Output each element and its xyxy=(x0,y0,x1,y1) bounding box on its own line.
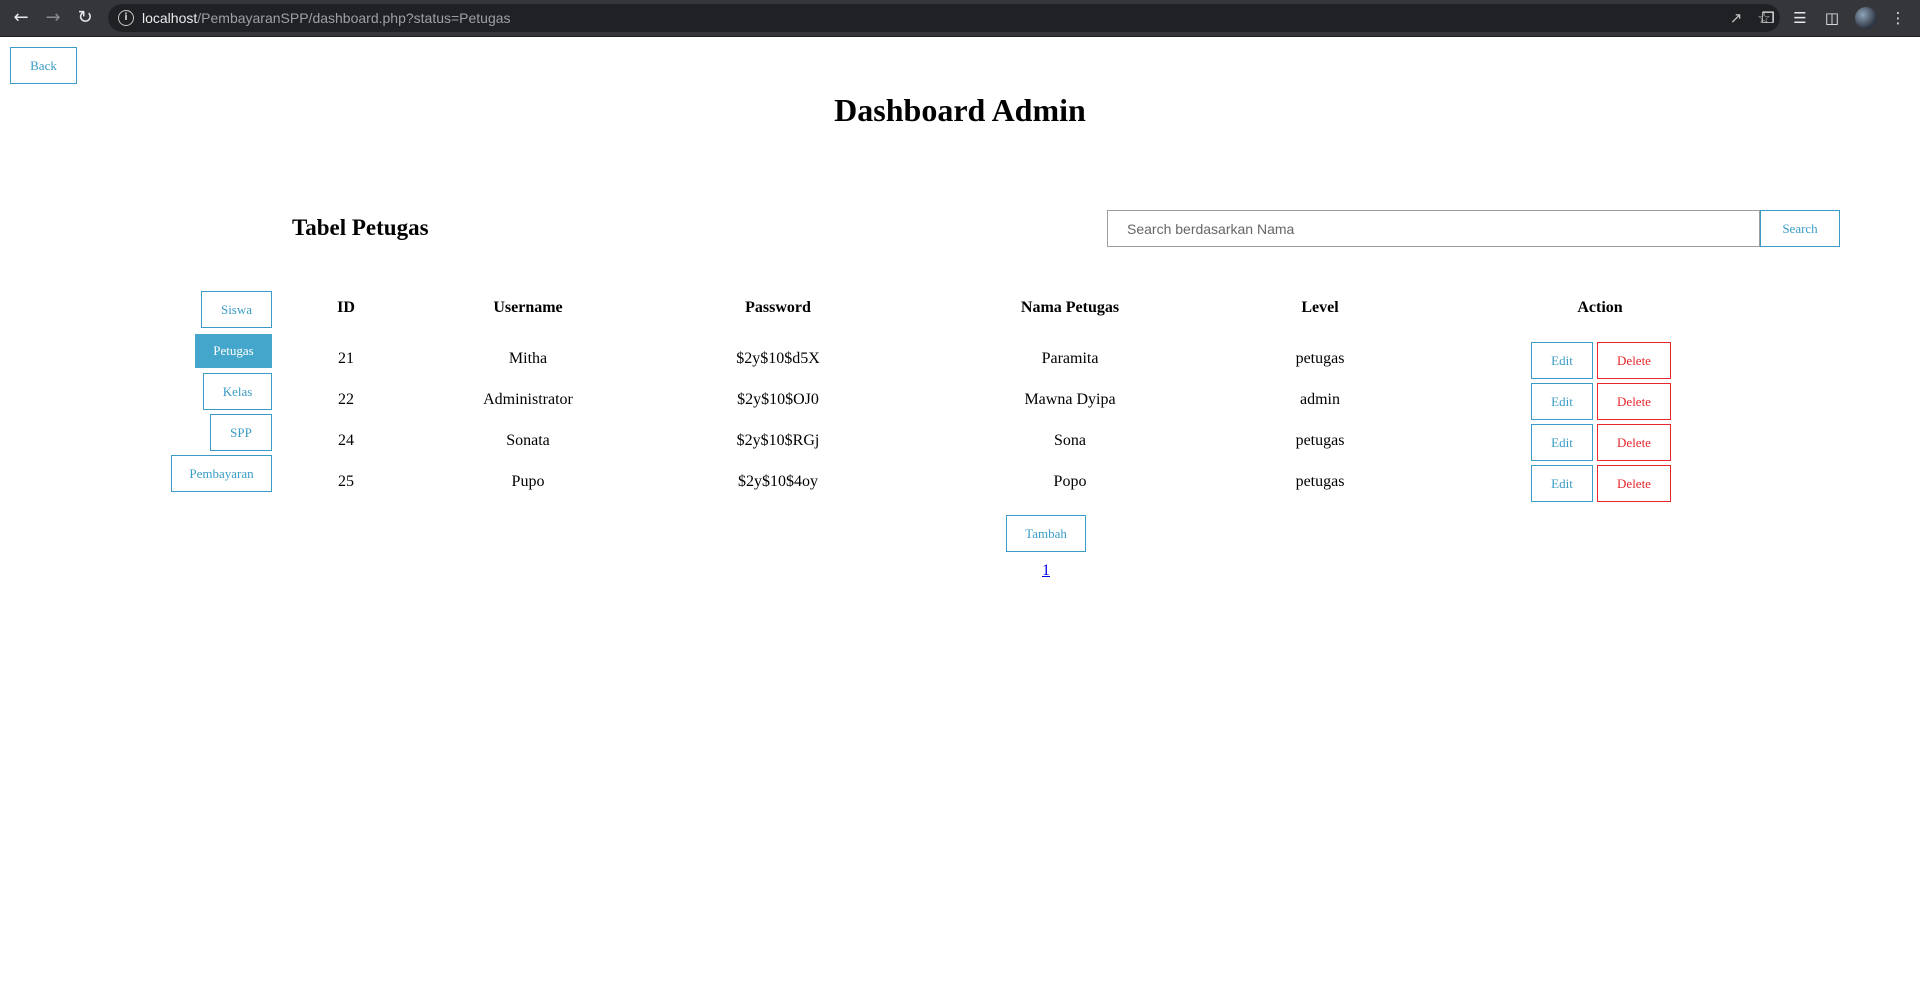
sidebar-item-siswa[interactable]: Siswa xyxy=(201,291,272,328)
cell-nama-petugas: Mawna Dyipa xyxy=(1024,391,1116,408)
table-title: Tabel Petugas xyxy=(292,215,429,240)
delete-button[interactable]: Delete xyxy=(1597,465,1671,502)
column-header-username: Username xyxy=(493,299,563,316)
add-button[interactable]: Tambah xyxy=(1006,515,1086,552)
column-header-level: Level xyxy=(1301,299,1339,316)
profile-avatar[interactable] xyxy=(1855,7,1877,29)
browser-toolbar: ← → ↻ i localhost/PembayaranSPP/dashboar… xyxy=(0,0,1920,37)
delete-button[interactable]: Delete xyxy=(1597,383,1671,420)
cell-password: $2y$10$OJ0 xyxy=(737,391,819,408)
cell-username: Mitha xyxy=(508,350,548,367)
cell-id: 22 xyxy=(338,391,354,408)
forward-arrow-icon[interactable]: → xyxy=(40,6,66,30)
side-panel-icon[interactable]: ◫ xyxy=(1820,6,1844,30)
cell-level: admin xyxy=(1300,391,1340,408)
cell-id: 21 xyxy=(338,350,354,367)
sidebar-item-petugas[interactable]: Petugas xyxy=(195,334,272,368)
cell-username: Pupo xyxy=(511,473,545,490)
cell-id: 25 xyxy=(338,473,354,490)
url-path: /PembayaranSPP/dashboard.php?status=Petu… xyxy=(197,10,511,26)
cell-username: Sonata xyxy=(506,432,550,449)
delete-button[interactable]: Delete xyxy=(1597,342,1671,379)
share-icon[interactable]: ↗ xyxy=(1726,8,1746,28)
address-bar[interactable]: i localhost/PembayaranSPP/dashboard.php?… xyxy=(108,4,1780,32)
cell-level: petugas xyxy=(1295,473,1345,490)
menu-kebab-icon[interactable]: ⋮ xyxy=(1886,6,1910,30)
back-arrow-icon[interactable]: ← xyxy=(8,6,34,30)
address-url[interactable]: localhost/PembayaranSPP/dashboard.php?st… xyxy=(142,9,511,27)
page-title: Dashboard Admin xyxy=(834,92,1086,128)
cell-level: petugas xyxy=(1295,350,1345,367)
cell-nama-petugas: Paramita xyxy=(1041,350,1099,367)
search-button[interactable]: Search xyxy=(1760,210,1840,247)
edit-button[interactable]: Edit xyxy=(1531,383,1593,420)
edit-button[interactable]: Edit xyxy=(1531,424,1593,461)
column-header-nama-petugas: Nama Petugas xyxy=(1020,299,1120,316)
column-header-action: Action xyxy=(1577,299,1623,316)
cell-id: 24 xyxy=(338,432,354,449)
back-button[interactable]: Back xyxy=(10,47,77,84)
cell-nama-petugas: Sona xyxy=(1054,432,1086,449)
search-input[interactable] xyxy=(1107,210,1760,247)
sidebar-item-kelas[interactable]: Kelas xyxy=(203,373,272,410)
column-header-id: ID xyxy=(337,299,355,316)
column-header-password: Password xyxy=(745,299,811,316)
reload-icon[interactable]: ↻ xyxy=(72,6,98,30)
site-info-icon[interactable]: i xyxy=(118,10,134,26)
cell-username: Administrator xyxy=(483,391,573,408)
cell-password: $2y$10$4oy xyxy=(738,473,818,490)
cell-password: $2y$10$d5X xyxy=(736,350,820,367)
cell-level: petugas xyxy=(1295,432,1345,449)
sidebar-item-spp[interactable]: SPP xyxy=(210,414,272,451)
edit-button[interactable]: Edit xyxy=(1531,465,1593,502)
delete-button[interactable]: Delete xyxy=(1597,424,1671,461)
cell-password: $2y$10$RGj xyxy=(736,432,820,449)
sidebar-item-pembayaran[interactable]: Pembayaran xyxy=(171,455,272,492)
edit-button[interactable]: Edit xyxy=(1531,342,1593,379)
url-host: localhost xyxy=(142,10,198,26)
extensions-puzzle-icon[interactable]: ❒ xyxy=(1756,6,1780,30)
cell-nama-petugas: Popo xyxy=(1053,473,1087,490)
reading-list-icon[interactable]: ☰ xyxy=(1788,6,1812,30)
pagination-page-link[interactable]: 1 xyxy=(1036,562,1056,580)
